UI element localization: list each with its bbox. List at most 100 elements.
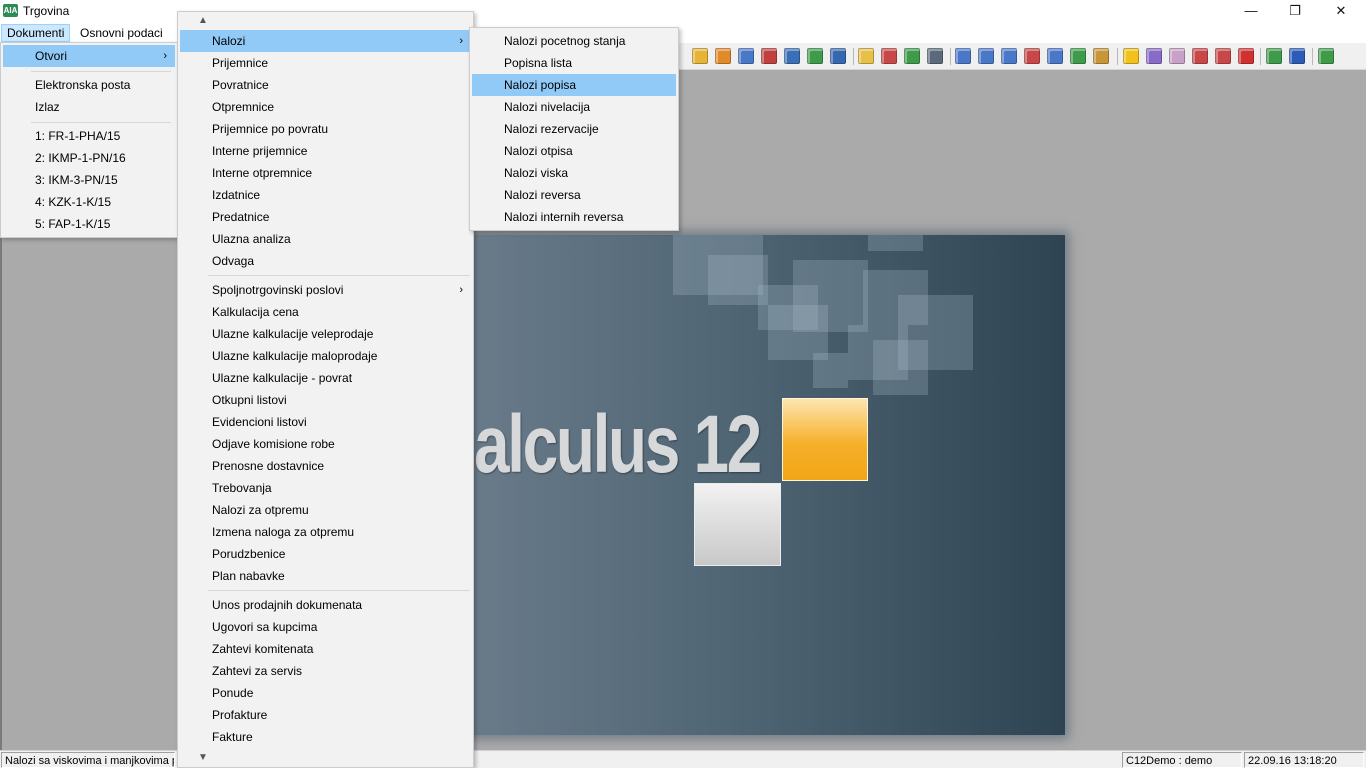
exchange-icon[interactable]: [904, 48, 920, 64]
exit-icon[interactable]: [1318, 48, 1334, 64]
minimize-button[interactable]: —: [1228, 0, 1274, 22]
menu-item-nalozi-internih-reversa[interactable]: Nalozi internih reversa: [472, 206, 676, 228]
window-title: Trgovina: [23, 4, 70, 18]
menu-item-nalozi-reversa[interactable]: Nalozi reversa: [472, 184, 676, 206]
toolbar-separator: [950, 48, 951, 65]
edit-list-icon[interactable]: [830, 48, 846, 64]
menu-item-ulazne-kalkulacije-maloprodaje[interactable]: Ulazne kalkulacije maloprodaje: [180, 345, 471, 367]
layout-icon[interactable]: [978, 48, 994, 64]
mail-icon[interactable]: [692, 48, 708, 64]
menu-item-nalozi-otpisa[interactable]: Nalozi otpisa: [472, 140, 676, 162]
menu-item-odvaga[interactable]: Odvaga: [180, 250, 471, 272]
status-datetime: 22.09.16 13:18:20: [1244, 752, 1364, 768]
menu-item-otkupni-listovi[interactable]: Otkupni listovi: [180, 389, 471, 411]
menu-item-prijemnice-po-povratu[interactable]: Prijemnice po povratu: [180, 118, 471, 140]
recent-doc-5[interactable]: 5: FAP-1-K/15: [3, 213, 110, 235]
menu-item-otvori[interactable]: Otvori ›: [3, 45, 175, 67]
preview-icon[interactable]: [1047, 48, 1063, 64]
recent-doc-1[interactable]: 1: FR-1-PHA/15: [3, 125, 120, 147]
bulb-icon[interactable]: [1123, 48, 1139, 64]
dokumenti-menu: Otvori › Elektronska posta Izlaz 1: FR-1…: [0, 42, 178, 238]
app-icon: AIA: [3, 4, 18, 17]
menu-item-label: Ponude: [212, 686, 254, 700]
menu-item-nalozi-viska[interactable]: Nalozi viska: [472, 162, 676, 184]
menu-item-nalozi-za-otpremu[interactable]: Nalozi za otpremu: [180, 499, 471, 521]
inbox-icon[interactable]: [881, 48, 897, 64]
logo-gray-square: [694, 483, 781, 566]
toolbar-separator: [1312, 48, 1313, 65]
menu-item-prijemnice[interactable]: Prijemnice: [180, 52, 471, 74]
menu-item-label: Prijemnice po povratu: [212, 122, 329, 136]
menu-item-label: Ugovori sa kupcima: [212, 620, 318, 634]
chevron-right-icon: ›: [163, 50, 167, 62]
menu-item-label: Spoljnotrgovinski poslovi: [212, 283, 344, 297]
stats-icon[interactable]: [1070, 48, 1086, 64]
menu-item-nalozi-pocetnog-stanja[interactable]: Nalozi pocetnog stanja: [472, 30, 676, 52]
status-hint: Nalozi sa viskovima i manjkovima po: [1, 752, 175, 768]
menu-item-izlaz[interactable]: Izlaz: [3, 96, 60, 118]
menu-item-ulazne-kalkulacije-povrat[interactable]: Ulazne kalkulacije - povrat: [180, 367, 471, 389]
toolbar-separator: [1117, 48, 1118, 65]
menu-item-popisna-lista[interactable]: Popisna lista: [472, 52, 676, 74]
window-icon[interactable]: [955, 48, 971, 64]
menu-osnovni-podaci[interactable]: Osnovni podaci: [75, 24, 168, 42]
menu-dokumenti[interactable]: Dokumenti: [1, 24, 71, 42]
print-icon[interactable]: [1024, 48, 1040, 64]
menu-item-ulazna-analiza[interactable]: Ulazna analiza: [180, 228, 471, 250]
menu-item-label: Nalozi za otpremu: [212, 503, 309, 517]
menu-item-spoljnotrgovinski-poslovi[interactable]: Spoljnotrgovinski poslovi ›: [180, 279, 471, 301]
refresh-icon[interactable]: [1266, 48, 1282, 64]
menu-item-nalozi-nivelacija[interactable]: Nalozi nivelacija: [472, 96, 676, 118]
menu-item-prenosne-dostavnice[interactable]: Prenosne dostavnice: [180, 455, 471, 477]
menu-item-evidencioni-listovi[interactable]: Evidencioni listovi: [180, 411, 471, 433]
help-icon[interactable]: [1289, 48, 1305, 64]
calc-icon[interactable]: [1192, 48, 1208, 64]
menu-item-fakture[interactable]: Fakture: [180, 726, 471, 748]
menu-item-elektronska-posta[interactable]: Elektronska posta: [3, 74, 130, 96]
close-button[interactable]: ✕: [1318, 0, 1364, 22]
menu-item-otpremnice[interactable]: Otpremnice: [180, 96, 471, 118]
recent-doc-2[interactable]: 2: IKMP-1-PN/16: [3, 147, 126, 169]
menu-item-trebovanja[interactable]: Trebovanja: [180, 477, 471, 499]
recent-doc-3[interactable]: 3: IKM-3-PN/15: [3, 169, 118, 191]
recent-doc-4[interactable]: 4: KZK-1-K/15: [3, 191, 111, 213]
menu-item-ugovori-sa-kupcima[interactable]: Ugovori sa kupcima: [180, 616, 471, 638]
scroll-up-icon[interactable]: ▲: [198, 15, 493, 26]
menu-item-nalozi-popisa[interactable]: Nalozi popisa: [472, 74, 676, 96]
tag-icon[interactable]: [1169, 48, 1185, 64]
calendar-icon[interactable]: [927, 48, 943, 64]
settings-icon[interactable]: [1146, 48, 1162, 64]
menu-item-label: Izmena naloga za otpremu: [212, 525, 355, 539]
folder-icon[interactable]: [858, 48, 874, 64]
menu-item-unos-prodajnih-dokumenata[interactable]: Unos prodajnih dokumenata: [180, 594, 471, 616]
menu-item-nalozi[interactable]: Nalozi ›: [180, 30, 471, 52]
menu-item-interne-prijemnice[interactable]: Interne prijemnice: [180, 140, 471, 162]
menu-item-zahtevi-za-servis[interactable]: Zahtevi za servis: [180, 660, 471, 682]
status-user: C12Demo : demo: [1122, 752, 1242, 768]
menu-item-ponude[interactable]: Ponude: [180, 682, 471, 704]
menu-item-odjave-komisione-robe[interactable]: Odjave komisione robe: [180, 433, 471, 455]
menu-item-nalozi-rezervacije[interactable]: Nalozi rezervacije: [472, 118, 676, 140]
archive-icon[interactable]: [1093, 48, 1109, 64]
menu-item-povratnice[interactable]: Povratnice: [180, 74, 471, 96]
menu-item-interne-otpremnice[interactable]: Interne otpremnice: [180, 162, 471, 184]
scroll-down-icon[interactable]: ▼: [198, 752, 493, 763]
menu-item-zahtevi-komitenata[interactable]: Zahtevi komitenata: [180, 638, 471, 660]
save-icon[interactable]: [784, 48, 800, 64]
copy-icon[interactable]: [1001, 48, 1017, 64]
menu-item-izdatnice[interactable]: Izdatnice: [180, 184, 471, 206]
new-doc-icon[interactable]: [738, 48, 754, 64]
heart-icon[interactable]: [1238, 48, 1254, 64]
menu-item-ulazne-kalkulacije-veleprodaje[interactable]: Ulazne kalkulacije veleprodaje: [180, 323, 471, 345]
menu-item-predatnice[interactable]: Predatnice: [180, 206, 471, 228]
menu-item-izmena-naloga-za-otpremu[interactable]: Izmena naloga za otpremu: [180, 521, 471, 543]
menu-item-plan-nabavke[interactable]: Plan nabavke: [180, 565, 471, 587]
menu-item-profakture[interactable]: Profakture: [180, 704, 471, 726]
currency-icon[interactable]: [1215, 48, 1231, 64]
restore-button[interactable]: ❐: [1272, 0, 1318, 22]
delete-doc-icon[interactable]: [761, 48, 777, 64]
export-icon[interactable]: [807, 48, 823, 64]
menu-item-porudzbenice[interactable]: Porudzbenice: [180, 543, 471, 565]
menu-item-kalkulacija-cena[interactable]: Kalkulacija cena: [180, 301, 471, 323]
edit-icon[interactable]: [715, 48, 731, 64]
